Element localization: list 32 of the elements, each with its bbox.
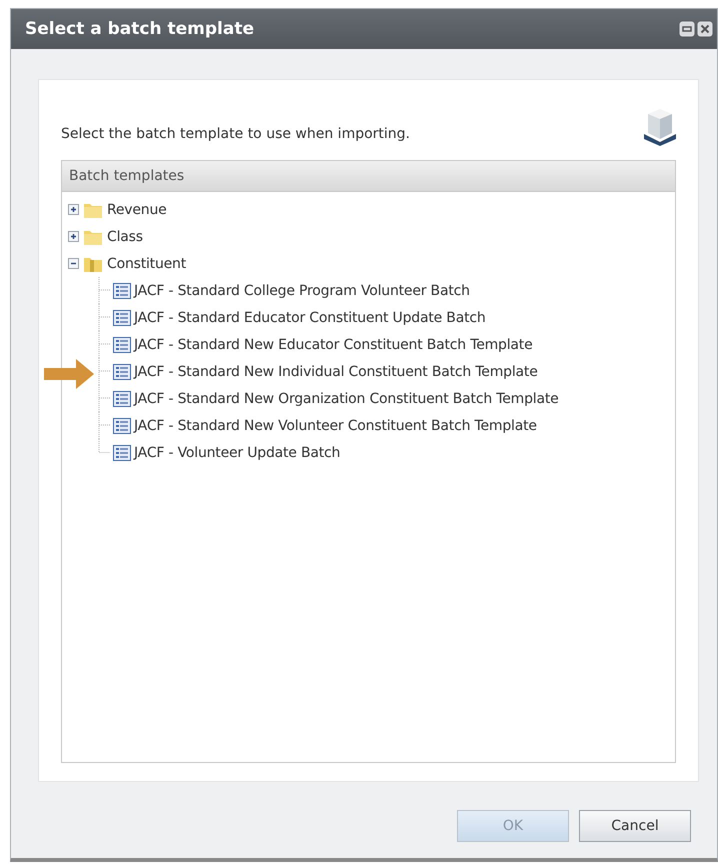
form-icon (113, 282, 131, 298)
cancel-button[interactable]: Cancel (579, 810, 691, 842)
form-icon (113, 444, 131, 460)
form-icon (113, 310, 131, 326)
tree-item[interactable]: JACF - Standard New Volunteer Constituent Batch Template (134, 418, 537, 434)
tree-item[interactable]: JACF - Standard New Organization Constituent Batch Template (134, 390, 559, 406)
tree-item[interactable]: Revenue (107, 202, 167, 218)
tree-item[interactable]: Constituent (107, 256, 186, 272)
tree-item[interactable]: JACF - Standard New Individual Constituent Batch Template (134, 364, 538, 380)
tree-item[interactable]: JACF - Standard Educator Constituent Update Batch (134, 310, 486, 326)
pointer-arrow (44, 357, 96, 391)
window-title: Select a batch template (25, 19, 254, 39)
tree-item[interactable]: Class (107, 228, 143, 244)
tree-header: Batch templates (62, 161, 675, 192)
expand-icon[interactable] (68, 204, 79, 215)
tree-item[interactable]: JACF - Volunteer Update Batch (134, 444, 340, 460)
expand-icon[interactable] (68, 231, 79, 242)
maximize-icon[interactable] (679, 21, 695, 37)
tree-line (96, 385, 110, 412)
tree-line (96, 331, 110, 358)
tree-item[interactable]: JACF - Standard College Program Volunteer Batch (134, 282, 470, 298)
tree-line (96, 304, 110, 331)
collapse-icon[interactable] (68, 258, 79, 269)
close-icon[interactable] (697, 21, 713, 37)
tree-item[interactable]: JACF - Standard New Educator Constituent Batch Template (134, 336, 533, 352)
form-icon (113, 390, 131, 406)
form-icon (113, 364, 131, 380)
form-icon (113, 418, 131, 434)
instruction-text: Select the batch template to use when importing. (61, 126, 410, 144)
tree-line (96, 277, 110, 304)
tree-line (96, 358, 110, 385)
form-icon (113, 336, 131, 352)
